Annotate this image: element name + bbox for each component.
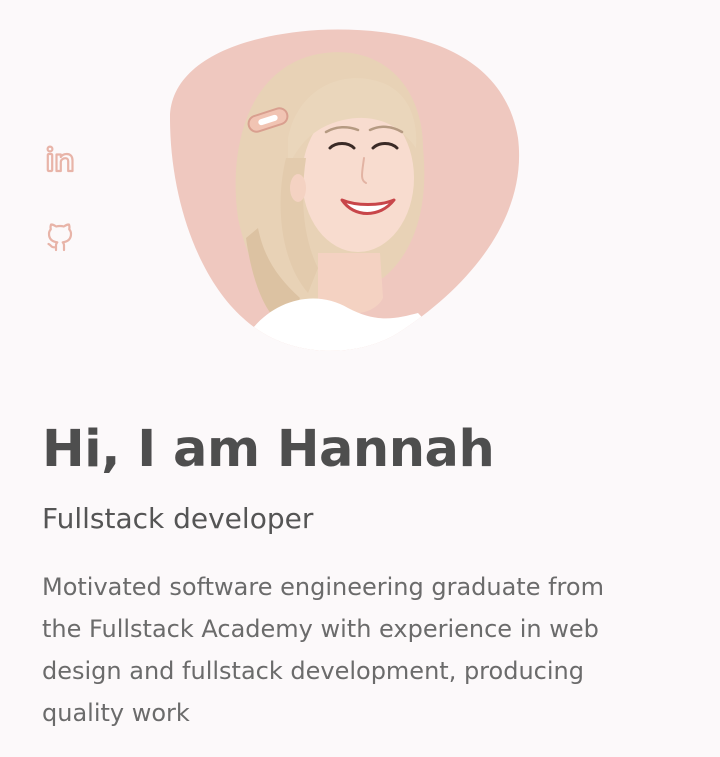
hero-description-line: Motivated software engineering graduate … (42, 573, 604, 601)
github-icon (44, 221, 76, 253)
github-link[interactable] (42, 219, 78, 255)
hero-description: Motivated software engineering graduate … (42, 566, 682, 734)
profile-photo (168, 28, 520, 354)
hero-description-line: the Fullstack Academy with experience in… (42, 615, 599, 643)
linkedin-icon (44, 143, 76, 175)
hero-title: Hi, I am Hannah (42, 420, 495, 479)
home-section: Hi, I am Hannah Fullstack developer Moti… (0, 0, 720, 757)
hero-subtitle: Fullstack developer (42, 502, 314, 535)
hero-description-line: quality work (42, 699, 190, 727)
hero-description-line: design and fullstack development, produc… (42, 657, 584, 685)
linkedin-link[interactable] (42, 141, 78, 177)
